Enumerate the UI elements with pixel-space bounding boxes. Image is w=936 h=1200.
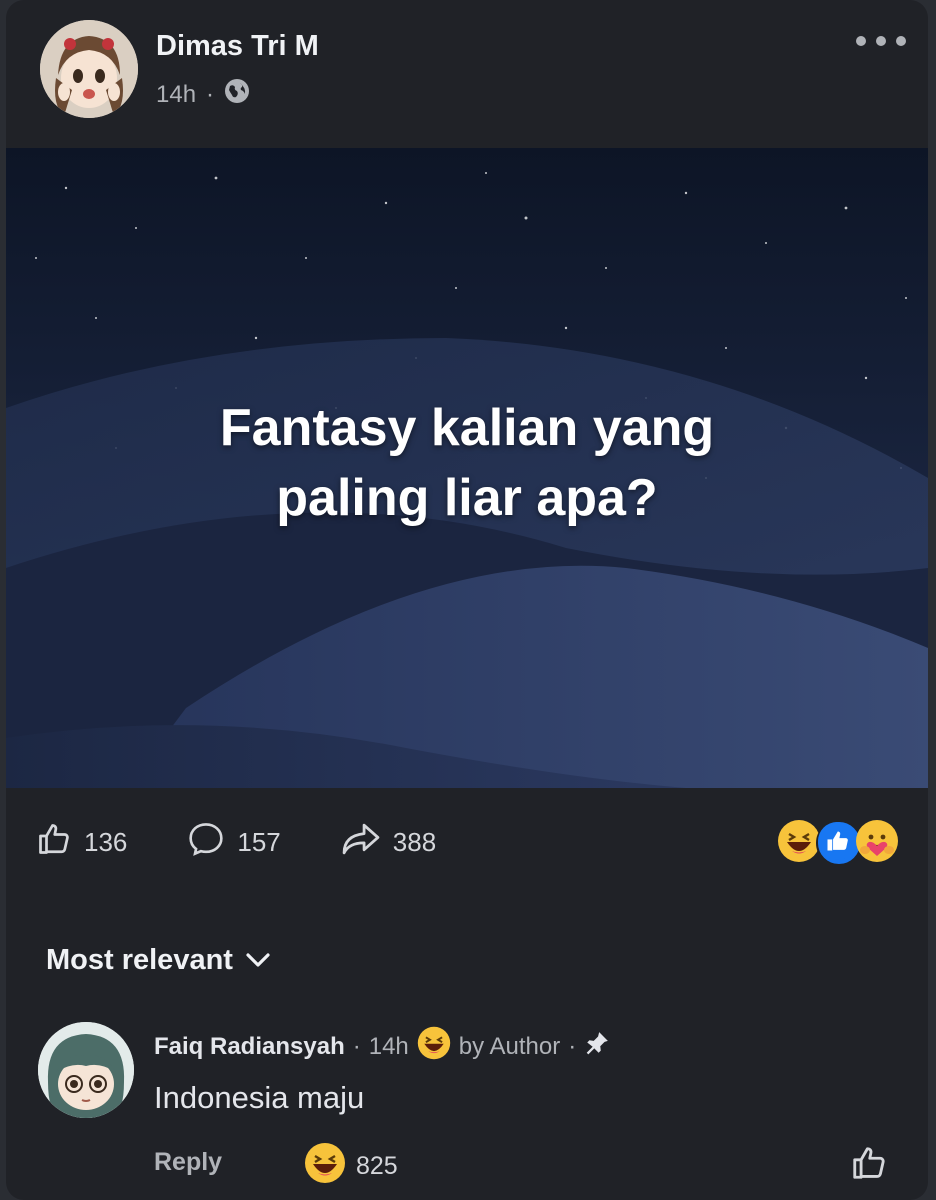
comment-count: 157 bbox=[237, 827, 281, 857]
reaction-summary[interactable] bbox=[778, 820, 898, 866]
haha-icon bbox=[304, 1142, 346, 1191]
author-reaction-label: by Author bbox=[458, 1032, 561, 1060]
care-icon bbox=[856, 820, 898, 862]
meta-separator: · bbox=[206, 80, 215, 108]
comment-separator: · bbox=[352, 1032, 361, 1060]
more-options-button[interactable] bbox=[856, 26, 906, 56]
thumbs-up-icon bbox=[36, 821, 72, 864]
post-meta: 14h · bbox=[156, 78, 250, 111]
comment-separator-2: · bbox=[568, 1032, 577, 1060]
share-button[interactable]: 388 bbox=[341, 822, 436, 863]
comment-bubble-icon bbox=[187, 821, 225, 864]
post-time[interactable]: 14h bbox=[156, 81, 196, 109]
post-card: Dimas Tri M 14h · Fantasy kalian yang pa… bbox=[6, 0, 928, 1200]
share-arrow-icon bbox=[341, 822, 381, 863]
comment-reactions[interactable]: 825 bbox=[304, 1142, 398, 1191]
dot-icon bbox=[896, 36, 906, 46]
post-image[interactable]: Fantasy kalian yang paling liar apa? bbox=[6, 148, 928, 788]
comment-time[interactable]: 14h bbox=[369, 1033, 409, 1061]
chevron-down-icon bbox=[245, 944, 271, 977]
comment-header: Faiq Radiansyah · 14h by Author · bbox=[154, 1026, 610, 1067]
thumbs-up-icon bbox=[850, 1147, 888, 1186]
commenter-name[interactable]: Faiq Radiansyah bbox=[154, 1033, 345, 1061]
dot-icon bbox=[856, 36, 866, 46]
caption-line-1: Fantasy kalian yang bbox=[219, 399, 715, 457]
like-button[interactable]: 136 bbox=[36, 821, 127, 864]
sort-label: Most relevant bbox=[46, 944, 233, 976]
comment-text: Indonesia maju bbox=[154, 1080, 365, 1115]
share-count: 388 bbox=[392, 827, 437, 857]
post-actions: 136 157 388 bbox=[36, 815, 496, 870]
comment-like-button[interactable] bbox=[850, 1144, 888, 1187]
reply-button[interactable]: Reply bbox=[154, 1148, 222, 1177]
author-haha-icon bbox=[417, 1026, 451, 1067]
comment-button[interactable]: 157 bbox=[187, 821, 281, 864]
comment-sort-dropdown[interactable]: Most relevant bbox=[46, 944, 271, 977]
globe-icon bbox=[224, 78, 250, 111]
haha-icon bbox=[778, 820, 820, 862]
caption-line-2: paling liar apa? bbox=[276, 469, 658, 527]
dot-icon bbox=[876, 36, 886, 46]
author-avatar[interactable] bbox=[40, 20, 138, 118]
comment-reaction-count: 825 bbox=[356, 1152, 398, 1180]
post-image-caption: Fantasy kalian yang paling liar apa? bbox=[6, 393, 928, 533]
post-author-name[interactable]: Dimas Tri M bbox=[156, 30, 319, 63]
like-count: 136 bbox=[84, 827, 128, 857]
commenter-avatar[interactable] bbox=[38, 1022, 134, 1118]
pin-icon bbox=[584, 1030, 610, 1063]
